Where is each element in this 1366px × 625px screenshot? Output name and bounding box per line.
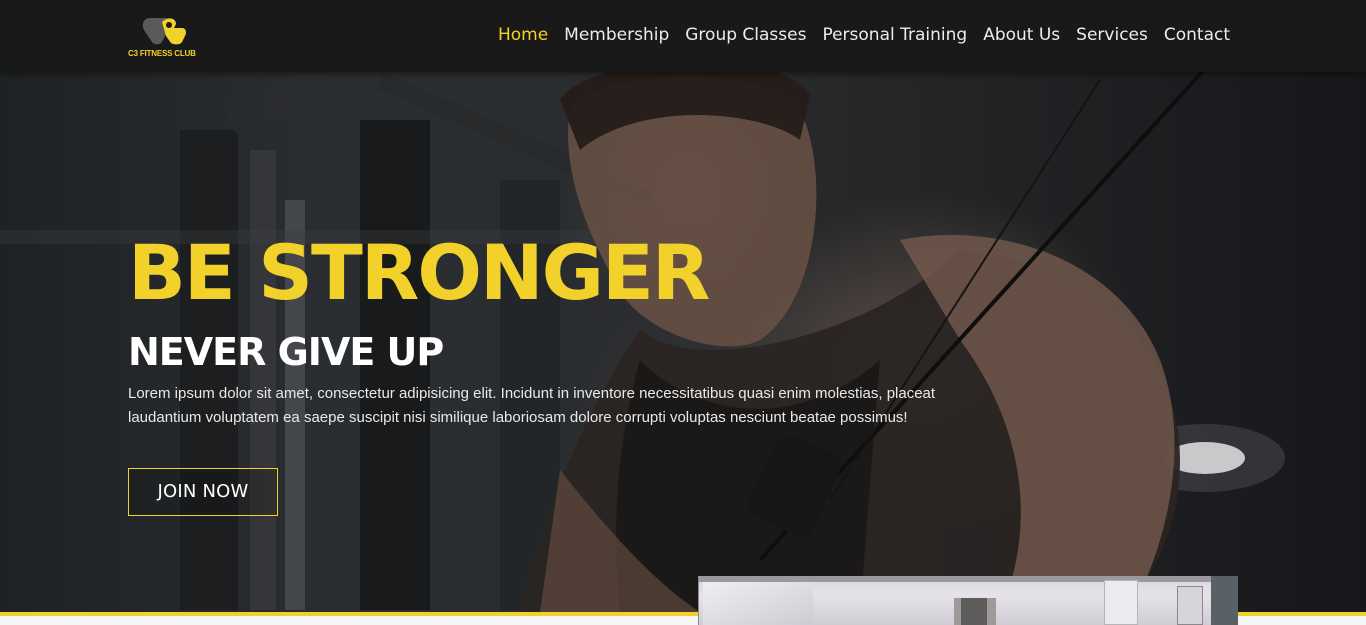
logo-text: C3 FITNESS CLUB xyxy=(128,49,196,58)
nav-link-membership[interactable]: Membership xyxy=(564,24,669,46)
nav-link-about-us[interactable]: About Us xyxy=(983,24,1060,46)
nav-link-personal-training[interactable]: Personal Training xyxy=(822,24,967,46)
main-navigation: Home Membership Group Classes Personal T… xyxy=(482,24,1230,46)
site-logo[interactable]: C3 FITNESS CLUB xyxy=(128,12,202,62)
hero-subheadline: NEVER GIVE UP xyxy=(128,330,444,374)
nav-link-home[interactable]: Home xyxy=(498,24,548,46)
top-navbar: C3 FITNESS CLUB Home Membership Group Cl… xyxy=(0,0,1366,72)
hero-description: Lorem ipsum dolor sit amet, consectetur … xyxy=(128,385,936,426)
hero-headline: BE STRONGER xyxy=(128,228,710,317)
section-preview-image xyxy=(698,576,1238,625)
kettlebell-icon xyxy=(142,17,186,45)
nav-link-contact[interactable]: Contact xyxy=(1164,24,1230,46)
nav-link-services[interactable]: Services xyxy=(1076,24,1148,46)
join-now-button[interactable]: JOIN NOW xyxy=(128,468,278,516)
nav-link-group-classes[interactable]: Group Classes xyxy=(685,24,806,46)
hero-content: BE STRONGER NEVER GIVE UP Lorem ipsum do… xyxy=(128,228,978,516)
